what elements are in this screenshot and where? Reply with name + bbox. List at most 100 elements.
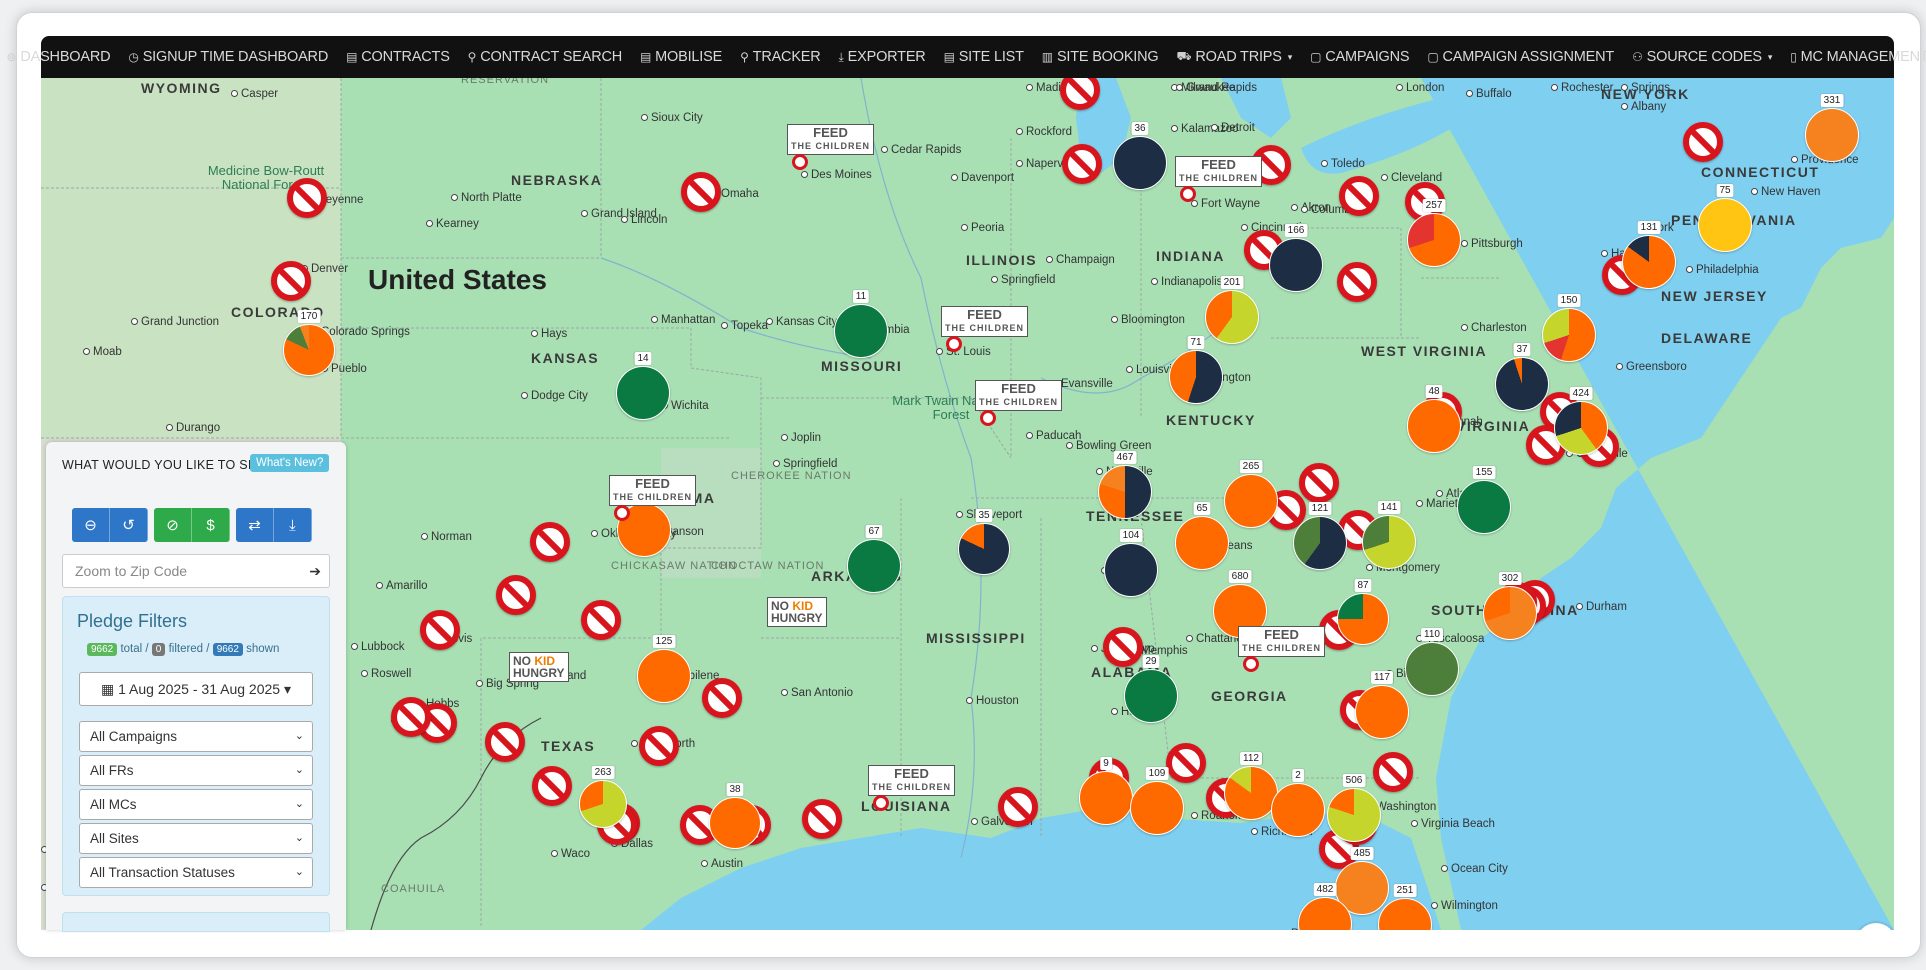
filter-select[interactable]: All Transaction Statuses ⌄ [79,857,313,888]
pie-marker[interactable] [1224,474,1278,528]
pie-marker[interactable] [1355,685,1409,739]
nav-label: ROAD TRIPS [1195,49,1282,65]
chevron-down-icon: ⌄ [294,730,304,742]
pie-marker[interactable] [1457,480,1511,534]
pie-marker[interactable] [1130,781,1184,835]
nav-site-list[interactable]: ▤ SITE LIST [935,49,1033,65]
pie-marker[interactable] [1805,108,1859,162]
pie-count-label: 11 [852,290,870,303]
logo-text: FEED [813,125,848,140]
city-label: Indianapolis [1151,276,1222,288]
history-button[interactable]: ↺ [110,508,148,542]
pie-marker[interactable] [1169,350,1223,404]
nav-mobilise[interactable]: ▤ MOBILISE [631,49,731,65]
download-money-button[interactable]: ⤓ [274,508,312,542]
pie-marker[interactable] [1407,213,1461,267]
pie-marker[interactable] [958,523,1010,575]
pie-marker[interactable] [616,366,670,420]
pie-marker[interactable] [1622,235,1676,289]
pie-marker[interactable] [1362,515,1416,569]
transfer-money-button[interactable]: ⇄ [236,508,274,542]
dollar-button[interactable]: $ [192,508,230,542]
filter-select[interactable]: All Sites ⌄ [79,823,313,854]
pie-marker[interactable] [1698,198,1752,252]
pie-marker[interactable] [1124,669,1178,723]
no-fundraiser-marker [271,261,311,301]
state-label: TEXAS [541,738,596,754]
pie-marker[interactable] [1104,543,1158,597]
pie-marker[interactable] [1271,783,1325,837]
car-icon: ⛟ [1176,49,1192,63]
search-icon: ⚲ [467,50,477,64]
pie-count-label: 121 [1308,502,1332,515]
pie-marker[interactable] [709,797,761,849]
nav-exporter[interactable]: ⤓ EXPORTER [830,49,935,65]
pie-marker[interactable] [1079,771,1133,825]
pie-marker[interactable] [1407,399,1461,453]
nav-contract-search[interactable]: ⚲ CONTRACT SEARCH [459,49,631,65]
logo-text: FEED [894,766,929,781]
nav-campaigns[interactable]: ▢ CAMPAIGNS [1301,49,1418,65]
logo-text: FEED [1201,157,1236,172]
feed-the-children-logo[interactable]: FEED THE CHILDREN [975,380,1062,426]
arrow-right-icon[interactable]: ➔ [309,563,321,580]
filter-select[interactable]: All Campaigns ⌄ [79,721,313,752]
ban-icon [1243,656,1259,672]
pie-marker[interactable] [1113,136,1167,190]
nav-dashboard[interactable]: ⊚ DASHBOARD [0,49,119,65]
nav-tracker[interactable]: ⚲ TRACKER [731,49,829,65]
no-fundraiser-marker [681,172,721,212]
no-kid-hungry-logo[interactable]: NO KID HUNGRY [509,652,569,682]
pie-marker[interactable] [1495,357,1549,411]
zip-input[interactable]: Zoom to Zip Code ➔ [62,554,330,588]
pie-marker[interactable] [1269,238,1323,292]
whats-new-button[interactable]: What's New? [250,454,330,472]
ban-icon [792,154,808,170]
nav-source-codes[interactable]: ⚇ SOURCE CODES ▾ [1623,49,1781,65]
zoom-out-button[interactable]: ⊖ [72,508,110,542]
pie-marker[interactable] [1554,401,1608,455]
city-label: Kearney [426,218,479,230]
pie-marker[interactable] [1337,593,1389,645]
city-label: Sioux City [641,112,703,124]
feed-the-children-logo[interactable]: FEED THE CHILDREN [1175,156,1262,202]
filter-select[interactable]: All FRs ⌄ [79,755,313,786]
city-label: Champaign [1046,254,1115,266]
pie-count-label: 87 [1354,579,1372,592]
feed-the-children-logo[interactable]: FEED THE CHILDREN [609,475,696,521]
chevron-down-icon: ⌄ [294,832,304,844]
pie-marker[interactable] [1293,516,1347,570]
pie-count-label: 67 [865,525,883,538]
pie-marker[interactable] [283,324,335,376]
pledge-filters: Pledge Filters 9662 total / 0 filtered /… [62,596,330,896]
nav-site-booking[interactable]: ▥ SITE BOOKING [1033,49,1168,65]
nav-contracts[interactable]: ▤ CONTRACTS [337,49,459,65]
filter-select[interactable]: All MCs ⌄ [79,789,313,820]
no-fundraiser-button[interactable]: ⊘ [154,508,192,542]
feed-the-children-logo[interactable]: FEED THE CHILDREN [787,124,874,170]
pie-marker[interactable] [1224,766,1278,820]
pie-marker[interactable] [1098,465,1152,519]
feed-the-children-logo[interactable]: FEED THE CHILDREN [868,765,955,811]
pie-marker[interactable] [1175,516,1229,570]
nav-mc-management[interactable]: ▯ MC MANAGEMENT [1781,49,1926,65]
pie-marker[interactable] [1205,290,1259,344]
feed-the-children-logo[interactable]: FEED THE CHILDREN [941,306,1028,352]
date-range-picker[interactable]: ▦ 1 Aug 2025 - 31 Aug 2025 ▾ [79,672,313,706]
nav-signup-time-dashboard[interactable]: ◷ SIGNUP TIME DASHBOARD [119,49,337,65]
shown-label: shown [246,643,280,655]
pie-marker[interactable] [1542,308,1596,362]
pie-marker[interactable] [1327,788,1381,842]
no-kid-hungry-logo[interactable]: NO KID HUNGRY [767,597,827,627]
nav-road-trips[interactable]: ⛟ ROAD TRIPS ▾ [1167,49,1301,65]
pie-marker[interactable] [1405,642,1459,696]
pie-marker[interactable] [637,649,691,703]
pie-marker[interactable] [1483,586,1537,640]
feed-the-children-logo[interactable]: FEED THE CHILDREN [1238,626,1325,672]
pie-marker[interactable] [847,539,901,593]
nav-campaign-assignment[interactable]: ▢ CAMPAIGN ASSIGNMENT [1418,49,1623,65]
pie-marker[interactable] [834,304,888,358]
nav-label: MC MANAGEMENT [1800,49,1926,65]
pie-marker[interactable] [579,780,627,828]
filters-title: Pledge Filters [77,611,188,631]
